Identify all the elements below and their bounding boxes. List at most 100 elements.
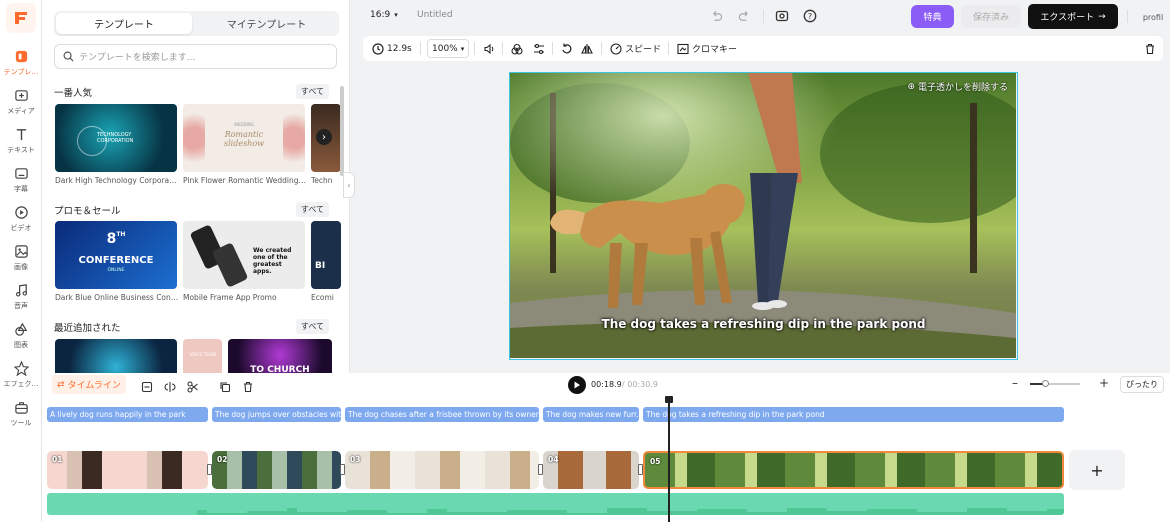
nav-label: 图表 [14,341,28,349]
cut-button[interactable] [187,378,199,397]
video-clip[interactable]: 03 [345,451,539,489]
nav-item-audio[interactable]: 音声 [0,281,42,317]
divider [474,42,475,55]
zoom-slider-knob[interactable] [1042,380,1049,387]
help-button[interactable]: ? [803,9,817,23]
clip-number: 05 [650,457,661,466]
nav-label: メディア [7,107,35,115]
fit-button[interactable]: ぴったり [1120,376,1164,393]
adjust-icon [534,43,544,54]
volume-button[interactable] [483,36,495,61]
playhead-handle[interactable] [665,396,673,403]
timeline-toggle-button[interactable]: ⇄ タイムライン [52,375,126,394]
clip-trim-handle[interactable] [538,464,543,475]
subtitle-track-item[interactable]: A lively dog runs happily in the park [47,407,208,422]
speed-button[interactable]: スピード [610,36,661,61]
subtitle-track-item[interactable]: The dog takes a refreshing dip in the pa… [643,407,1064,422]
trim-button[interactable] [164,378,176,397]
carousel-next-button[interactable]: › [316,129,332,145]
template-search-input[interactable]: テンプレートを検索します... [54,44,337,69]
nav-item-subtitle[interactable]: 字幕 [0,164,42,200]
divider [420,42,421,55]
template-thumb-conference[interactable]: 8TH CONFERENCE ONLINE [55,221,177,289]
zoom-out-button[interactable]: – [1012,376,1018,390]
export-button[interactable]: エクスポート → [1028,4,1118,29]
shapes-icon [14,322,27,336]
nav-item-video[interactable]: ビデオ [0,203,42,239]
video-clip-selected[interactable]: 05 [643,451,1064,489]
aspect-ratio-select[interactable]: 16:9 ▾ [370,10,398,20]
template-thumb-app-promo[interactable]: We created one of the greatest apps. [183,221,305,289]
duplicate-button[interactable] [219,378,231,397]
video-clip[interactable]: 04 [543,451,639,489]
project-title[interactable]: Untitled [417,10,453,20]
subtitle-track-item[interactable]: The dog chases after a frisbee thrown by… [345,407,539,422]
split-icon [141,381,153,393]
app-logo[interactable] [6,3,36,33]
screenshot-button[interactable] [775,9,789,23]
filter-button[interactable] [511,36,523,61]
zoom-select[interactable]: 100% ▾ [427,39,470,58]
special-offer-button[interactable]: 特典 [911,5,954,28]
template-thumb-wedding[interactable]: WEDDING Romantic slideshow [183,104,305,172]
template-thumb-recent-3[interactable]: TO CHURCH [228,339,332,373]
current-time: 00:18.9 [591,380,622,389]
video-clip[interactable]: 01 [47,451,208,489]
collapse-panel-button[interactable]: ‹ [343,172,355,198]
playhead[interactable] [668,397,670,522]
nav-item-effects[interactable]: エフェク… [0,359,42,395]
adjust-button[interactable] [533,36,545,61]
nav-item-shapes[interactable]: 图表 [0,320,42,356]
template-thumb-partial[interactable]: BI [311,221,341,289]
rotate-button[interactable] [561,36,573,61]
subtitle-track-item[interactable]: The dog makes new furr... [543,407,639,422]
timeline-delete-button[interactable] [242,378,254,397]
divider [763,10,764,23]
clip-trim-handle[interactable] [638,464,643,475]
section-title-popular: 一番人気 [54,88,93,99]
clip-trim-handle[interactable] [340,464,345,475]
clip-number: 04 [548,455,559,464]
template-thumb-recent-1[interactable] [55,339,177,373]
redo-button[interactable] [738,10,751,23]
flip-button[interactable] [581,36,593,61]
template-thumb-tech[interactable]: TECHNOLOGY CORPORATION [55,104,177,172]
video-subtitle[interactable]: The dog takes a refreshing dip in the pa… [510,317,1017,331]
see-all-promo-button[interactable]: すべて [295,202,329,217]
avatar[interactable]: profil [1140,4,1166,30]
undo-button[interactable] [710,10,723,23]
remove-watermark-button[interactable]: ⊕ 電子透かしを削除する [907,80,1008,94]
timeline-label: タイムライン [67,381,121,391]
play-button[interactable] [568,376,586,394]
zoom-in-button[interactable]: + [1099,376,1109,390]
add-clip-button[interactable]: + [1069,450,1125,490]
see-all-recent-button[interactable]: すべて [295,319,329,334]
nav-item-media[interactable]: メディア [0,86,42,122]
subtitle-track-item[interactable]: The dog jumps over obstacles wit... [212,407,341,422]
zoom-slider[interactable] [1030,380,1080,387]
speed-icon [610,42,622,55]
see-all-popular-button[interactable]: すべて [295,84,329,99]
clip-number: 03 [350,455,361,464]
nav-item-image[interactable]: 画像 [0,242,42,278]
copy-icon [220,382,231,393]
clip-trim-handle[interactable] [207,464,212,475]
audio-track[interactable] [47,493,1064,515]
nav-item-template[interactable]: テンプレ… [0,47,42,83]
video-clip[interactable]: 02 [212,451,341,489]
video-canvas[interactable]: ⊕ 電子透かしを削除する The dog takes a refreshing d… [509,72,1018,360]
chroma-key-button[interactable]: クロマキー [677,36,737,61]
nav-item-text[interactable]: テキスト [0,125,42,161]
panel-scrollbar[interactable] [340,86,344,176]
split-button[interactable] [141,378,153,397]
tab-templates[interactable]: テンプレート [56,13,192,34]
text-icon [16,129,26,141]
nav-item-tools[interactable]: ツール [0,398,42,434]
trash-icon [1146,43,1154,54]
tab-my-templates[interactable]: マイテンプレート [196,13,337,34]
edit-toolbar: 12.9s 100% ▾ スピード クロマキー [363,36,1163,61]
thumb-text: TO CHURCH [250,365,310,373]
duration-button[interactable]: 12.9s [372,36,412,61]
template-thumb-recent-2[interactable]: VOCE TOUR [183,339,222,373]
delete-button[interactable] [1144,36,1156,61]
